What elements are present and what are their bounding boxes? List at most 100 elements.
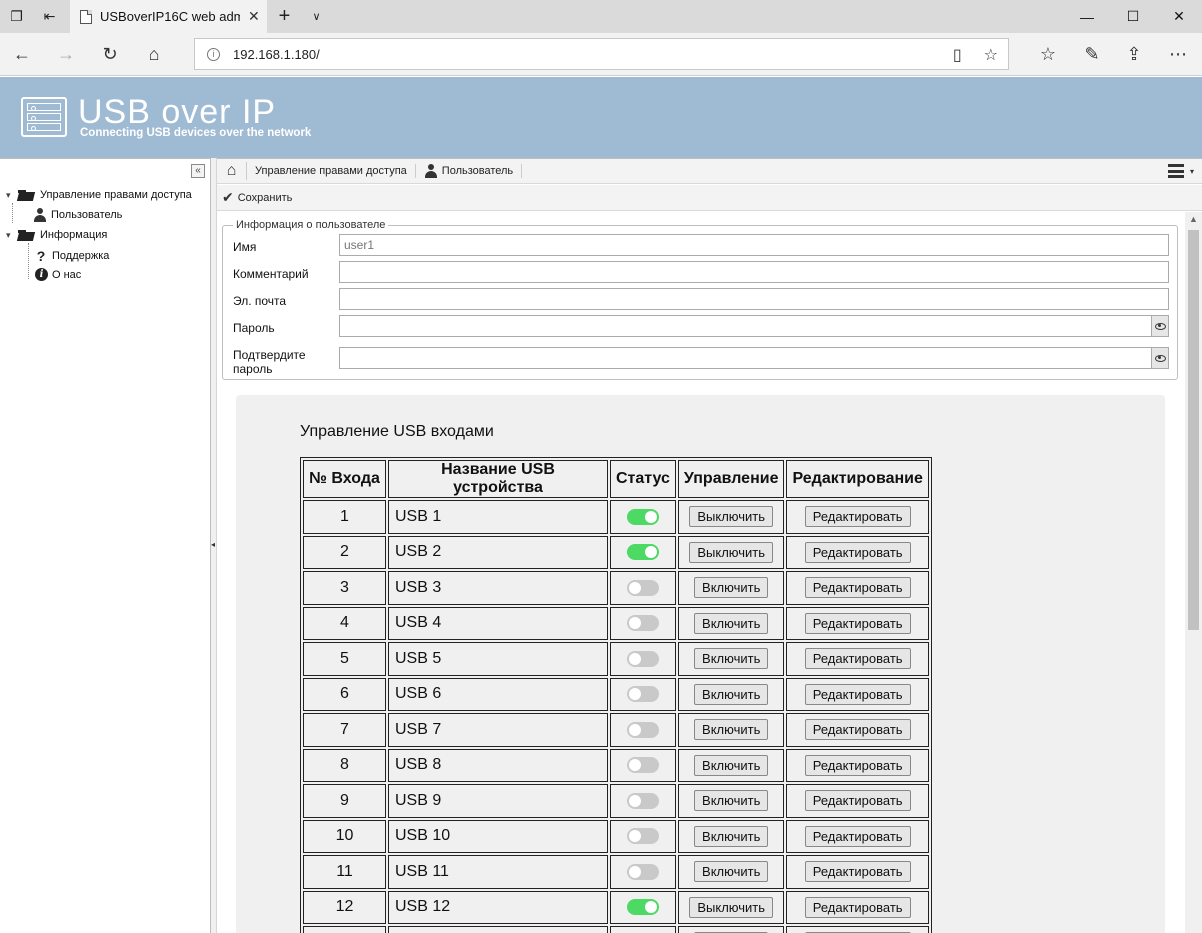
question-icon: ? [36,248,46,264]
port-status-toggle[interactable] [626,721,659,738]
close-window-icon[interactable]: ✕ [1156,0,1202,33]
port-status-toggle[interactable] [626,792,659,809]
port-edit-button[interactable]: Редактировать [804,896,911,918]
port-edit-button[interactable]: Редактировать [804,506,911,528]
breadcrumb-home-icon[interactable]: ⌂ [217,162,247,180]
tree-group-information[interactable]: ▾ Информация [6,229,107,241]
tree-item-user[interactable]: Пользователь [33,208,122,222]
share-icon[interactable]: ⇪ [1114,38,1154,70]
usb-ports-panel: Управление USB входами № Входа Название … [236,395,1165,933]
name-input[interactable] [339,234,1169,256]
confirm-password-input[interactable] [339,347,1169,369]
tree-group-access-rights[interactable]: ▾ Управление правами доступа [6,189,192,201]
address-bar[interactable]: i 192.168.1.180/ ▯ ☆ [194,38,1009,70]
port-status-toggle[interactable] [626,757,659,774]
port-edit-cell: Редактировать [786,571,929,605]
port-power-button[interactable]: Включить [694,861,769,883]
port-power-button[interactable]: Включить [694,719,769,741]
vertical-scrollbar[interactable]: ▲ [1185,212,1202,933]
breadcrumb-item-access-rights[interactable]: Управление правами доступа [247,164,416,178]
tree-item-support[interactable]: ? Поддержка [34,248,110,264]
port-status-toggle[interactable] [626,863,659,880]
port-edit-cell: Редактировать [786,819,929,853]
home-icon[interactable]: ⌂ [134,38,174,70]
email-input[interactable] [339,288,1169,310]
more-dots-icon[interactable]: ⋯ [1158,38,1198,70]
port-power-button[interactable]: Выключить [689,541,774,563]
scrollbar-thumb[interactable] [1188,230,1199,630]
tree-group-label: Управление правами доступа [40,189,192,201]
set-aside-tabs-icon[interactable]: ⇤ [33,0,66,33]
back-arrow-icon[interactable]: ← [2,38,42,70]
table-row: 8 USB 8 Включить Редактировать [303,748,929,782]
port-edit-cell: Редактировать [786,606,929,640]
port-edit-button[interactable]: Редактировать [804,541,911,563]
port-status-toggle[interactable] [626,828,659,845]
site-info-icon[interactable]: i [207,47,220,61]
port-power-button[interactable]: Выключить [689,506,774,528]
user-icon [33,208,47,222]
port-number: 7 [303,713,386,747]
hamburger-menu-icon[interactable]: ▾ [1167,164,1194,178]
splitter-arrow-icon[interactable]: ◂ [211,540,215,549]
port-power-button[interactable]: Включить [694,648,769,670]
port-edit-button[interactable]: Редактировать [804,648,911,670]
port-status-toggle[interactable] [626,579,659,596]
comment-input[interactable] [339,261,1169,283]
password-input[interactable] [339,315,1169,337]
favorite-star-icon[interactable]: ☆ [984,45,998,65]
port-device-name: USB 5 [388,642,608,676]
port-status-toggle[interactable] [626,508,659,525]
port-device-name: USB 11 [388,855,608,889]
port-status-toggle[interactable] [626,686,659,703]
web-note-pen-icon[interactable]: ✎ [1072,38,1112,70]
scroll-up-icon[interactable]: ▲ [1189,214,1198,224]
favorites-hub-icon[interactable]: ☆ [1028,38,1068,70]
port-edit-button[interactable]: Редактировать [804,754,911,776]
tab-manager-icon[interactable]: ❐ [0,0,33,33]
forward-arrow-icon[interactable]: → [46,38,86,70]
port-status-toggle[interactable] [626,650,659,667]
maximize-icon[interactable]: ☐ [1110,0,1156,33]
port-edit-button[interactable]: Редактировать [804,719,911,741]
port-control-cell: Включить [677,606,785,640]
port-power-button[interactable]: Включить [694,612,769,634]
tab-title: USBoverIP16C web adm [100,9,240,24]
port-power-button[interactable]: Включить [694,754,769,776]
save-button[interactable]: ✔ Сохранить [222,189,292,206]
port-power-button[interactable]: Включить [694,790,769,812]
port-status-toggle[interactable] [626,899,659,916]
tab-close-icon[interactable]: ✕ [248,8,260,25]
port-control-cell: Включить [677,819,785,853]
reading-view-icon[interactable]: ▯ [953,45,962,65]
tree-item-about[interactable]: i О нас [35,268,81,281]
port-edit-button[interactable]: Редактировать [804,577,911,599]
port-status-toggle[interactable] [626,544,659,561]
collapse-sidebar-icon[interactable]: « [191,164,205,178]
port-power-button[interactable]: Включить [694,825,769,847]
port-status-toggle[interactable] [626,615,659,632]
sidebar: « ▾ Управление правами доступа Пользоват… [0,158,211,933]
port-edit-button[interactable]: Редактировать [804,790,911,812]
port-edit-button[interactable]: Редактировать [804,861,911,883]
show-confirm-password-eye-icon[interactable] [1151,348,1168,368]
browser-tab[interactable]: USBoverIP16C web adm ✕ [70,0,267,33]
port-edit-button[interactable]: Редактировать [804,825,911,847]
tree-collapse-icon[interactable]: ▾ [6,190,14,201]
port-edit-button[interactable]: Редактировать [804,683,911,705]
port-control-cell: Включить [677,642,785,676]
port-power-button[interactable]: Включить [694,577,769,599]
port-power-button[interactable]: Включить [694,683,769,705]
tree-collapse-icon[interactable]: ▾ [6,230,14,241]
port-status-cell [610,713,676,747]
tree-item-label: О нас [52,268,82,281]
minimize-icon[interactable]: — [1064,0,1110,33]
refresh-icon[interactable]: ↻ [90,38,130,70]
breadcrumb-item-user[interactable]: Пользователь [416,164,523,178]
port-edit-button[interactable]: Редактировать [804,612,911,634]
tab-list-chevron-icon[interactable]: ∨ [300,0,333,33]
show-password-eye-icon[interactable] [1151,316,1168,336]
new-tab-icon[interactable]: + [268,0,301,33]
port-power-button[interactable]: Выключить [689,896,774,918]
table-header-row: № Входа Название USB устройства Статус У… [303,460,929,498]
